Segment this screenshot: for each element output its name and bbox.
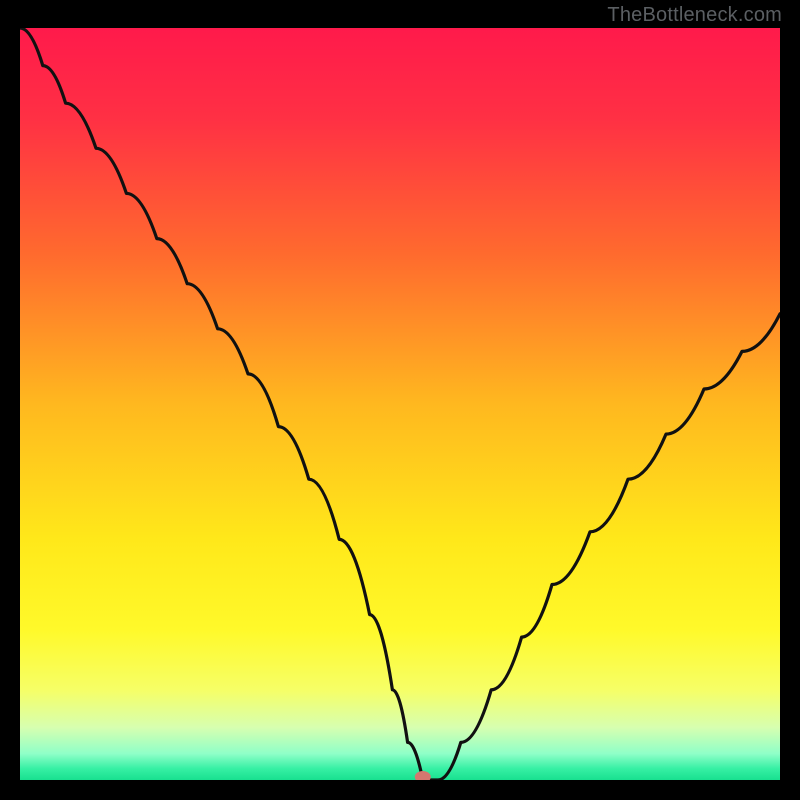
gradient-background [20,28,780,780]
watermark-label: TheBottleneck.com [607,4,782,27]
chart-frame: TheBottleneck.com [0,0,800,800]
plot-svg [20,28,780,780]
plot-area [20,28,780,780]
